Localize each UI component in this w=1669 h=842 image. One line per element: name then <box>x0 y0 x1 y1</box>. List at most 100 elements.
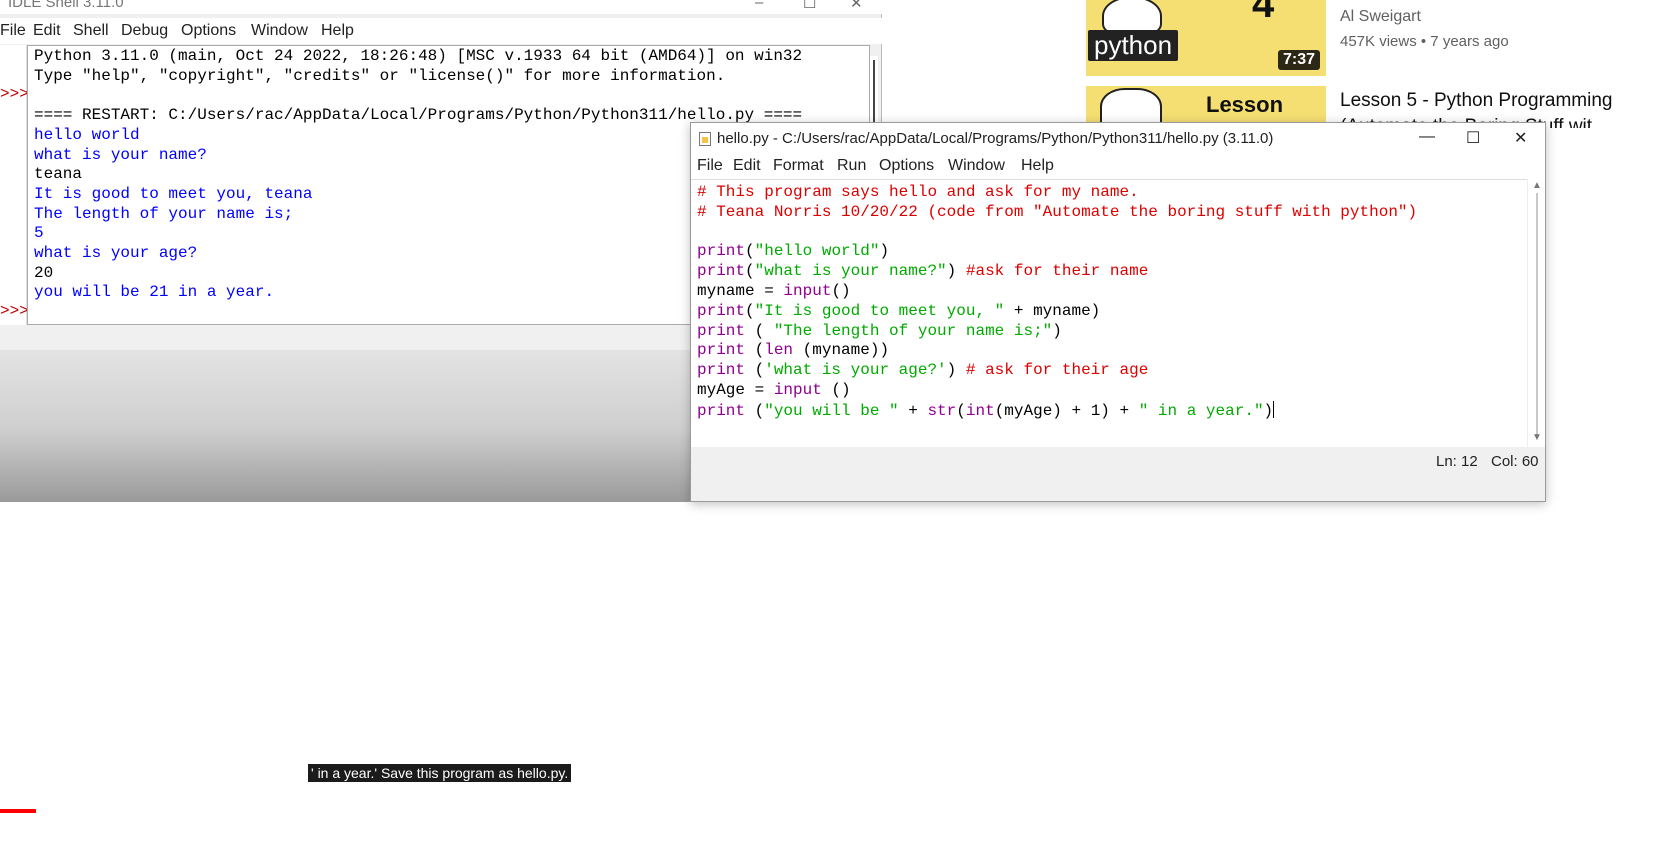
code-token: "The length of your name is;" <box>773 321 1053 340</box>
shell-line: what is your age? <box>34 244 198 262</box>
code-token: input <box>783 282 832 300</box>
menu-shell[interactable]: Shell <box>73 22 109 40</box>
code-line: print("hello world") <box>697 242 889 262</box>
menu-help[interactable]: Help <box>1021 157 1054 175</box>
code-token: # Teana Norris 10/20/22 (code from "Auto… <box>697 202 1418 221</box>
code-token: (myAge) + 1) + <box>994 401 1139 420</box>
code-token: len <box>764 341 794 360</box>
menu-options[interactable]: Options <box>879 157 934 175</box>
python-file-icon <box>699 132 711 146</box>
video-progress-bar[interactable] <box>0 809 900 813</box>
code-line: print ('what is your age?') # ask for th… <box>697 361 1148 381</box>
menu-format[interactable]: Format <box>773 157 824 175</box>
code-token: print <box>697 242 746 261</box>
code-token: ) <box>946 361 966 380</box>
editor-title: hello.py - C:/Users/rac/AppData/Local/Pr… <box>717 130 1274 147</box>
menu-options[interactable]: Options <box>181 22 236 40</box>
scroll-thumb[interactable] <box>1536 193 1538 435</box>
code-token: print <box>697 401 746 420</box>
column-indicator: Col: 60 <box>1491 453 1539 470</box>
menu-debug[interactable]: Debug <box>121 22 168 40</box>
close-icon[interactable]: ✕ <box>1514 128 1527 148</box>
editor-titlebar[interactable]: hello.py - C:/Users/rac/AppData/Local/Pr… <box>691 123 1545 155</box>
code-token: print <box>697 321 746 340</box>
code-token: ) <box>879 242 890 261</box>
shell-line: you will be 21 in a year. <box>34 283 275 302</box>
code-token: "you will be " <box>764 401 899 420</box>
menu-file[interactable]: File <box>0 22 26 40</box>
code-line: # This program says hello and ask for my… <box>697 183 1139 203</box>
progress-played <box>0 809 36 813</box>
code-token: () <box>821 381 851 399</box>
code-line: myAge = input () <box>697 381 851 401</box>
editor-statusbar: Ln: 12 Col: 60 <box>691 447 1545 501</box>
code-token: ) <box>1052 321 1062 340</box>
code-token: print <box>697 301 746 320</box>
code-token: input <box>773 381 822 399</box>
code-token: "what is your name?" <box>754 262 947 281</box>
mascot-image <box>1100 88 1162 126</box>
code-line: print("what is your name?") #ask for the… <box>697 262 1148 282</box>
restart-banner: ==== RESTART: C:/Users/rac/AppData/Local… <box>34 106 803 125</box>
code-token: int <box>965 401 995 420</box>
code-token: print <box>697 361 746 380</box>
menu-run[interactable]: Run <box>837 157 866 175</box>
code-token: ( <box>745 401 765 420</box>
code-token: "hello world" <box>754 242 880 261</box>
code-token: ) <box>1263 401 1274 420</box>
code-token: print <box>697 262 746 281</box>
shell-line: Python 3.11.0 (main, Oct 24 2022, 18:26:… <box>34 47 803 65</box>
menu-file[interactable]: File <box>697 157 723 175</box>
view-count: 457K views <box>1340 33 1417 50</box>
python-logo-text: python <box>1088 30 1179 61</box>
code-token: ( <box>745 242 755 261</box>
menu-edit[interactable]: Edit <box>33 22 61 40</box>
maximize-icon[interactable]: ☐ <box>1466 128 1480 148</box>
code-token: myAge = <box>697 381 774 399</box>
scroll-down-icon[interactable]: ▼ <box>1532 432 1542 443</box>
player-controls: 1:01 / 10:09 Chapter <box>20 826 184 842</box>
progress-buffered <box>36 809 266 813</box>
video-caption: ' in a year.' Save this program as hello… <box>308 764 572 782</box>
code-token: str <box>927 401 957 420</box>
upload-age: • 7 years ago <box>1420 33 1509 50</box>
shell-line: 5 <box>34 224 44 243</box>
chapter-label[interactable]: Chapter <box>116 826 166 842</box>
maximize-icon[interactable]: ☐ <box>803 0 816 12</box>
editor-window: hello.py - C:/Users/rac/AppData/Local/Pr… <box>690 122 1546 502</box>
scroll-up-icon[interactable]: ▲ <box>1532 180 1542 191</box>
editor-scrollbar[interactable]: ▲ ▼ <box>1527 179 1545 447</box>
shell-prompt: >>> <box>0 302 29 320</box>
code-line: print (len (myname)) <box>697 341 889 361</box>
channel-name[interactable]: Al Sweigart <box>1340 8 1421 26</box>
shell-line: It is good to meet you, teana <box>34 184 313 203</box>
minimize-icon[interactable]: – <box>755 0 763 11</box>
menu-edit[interactable]: Edit <box>733 157 761 175</box>
code-line: # Teana Norris 10/20/22 (code from "Auto… <box>697 203 1417 223</box>
shell-line: what is your name? <box>34 145 207 164</box>
menu-window[interactable]: Window <box>251 22 308 40</box>
code-token: ( <box>956 401 966 420</box>
code-token: 'what is your age?' <box>764 361 947 380</box>
menu-window[interactable]: Window <box>948 157 1005 175</box>
close-icon[interactable]: ✕ <box>850 0 863 12</box>
code-editor[interactable]: # This program says hello and ask for my… <box>691 179 1527 447</box>
code-line: print ("you will be " + str(int(myAge) +… <box>697 400 1275 422</box>
video-thumbnail[interactable]: 4 python 7:37 <box>1086 0 1326 76</box>
shell-line: teana <box>34 165 83 184</box>
shell-line: The length of your name is; <box>34 204 294 223</box>
code-token: (myname)) <box>793 341 890 360</box>
menu-help[interactable]: Help <box>321 22 354 40</box>
code-token: # ask for their age <box>965 361 1149 380</box>
video-thumbnail[interactable]: Lesson <box>1086 86 1326 126</box>
line-indicator: Ln: 12 <box>1436 453 1478 470</box>
minimize-icon[interactable]: — <box>1419 128 1435 146</box>
code-token: ( <box>745 321 774 340</box>
code-token: "It is good to meet you, " <box>754 301 1005 320</box>
shell-menubar: File Edit Shell Debug Options Window Hel… <box>0 18 882 44</box>
code-token: # This program says hello and ask for my… <box>697 183 1139 201</box>
code-token: ( <box>745 262 755 281</box>
editor-menubar: File Edit Format Run Options Window Help <box>691 155 1545 179</box>
shell-line: Type "help", "copyright", "credits" or "… <box>34 66 726 85</box>
code-token: ( <box>745 361 765 380</box>
